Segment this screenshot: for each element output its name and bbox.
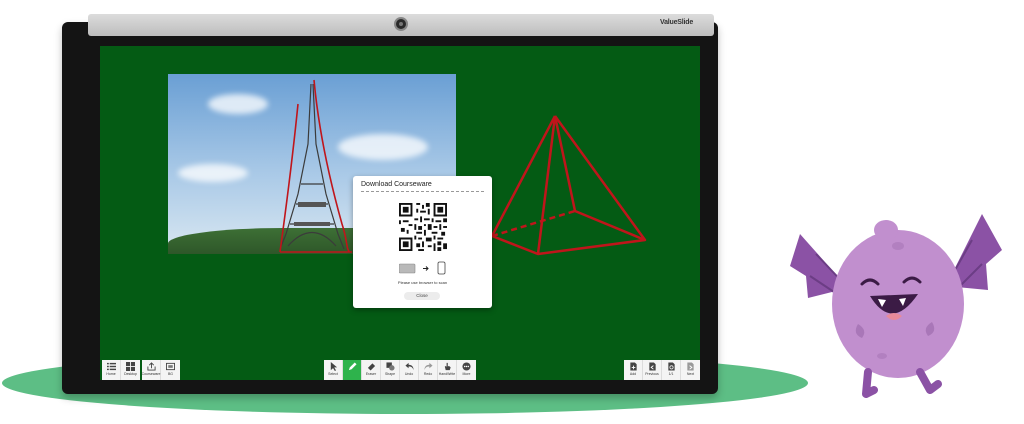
shape-icon xyxy=(385,362,395,371)
toolbar-courseware-button[interactable]: Courseware xyxy=(142,360,161,380)
whiteboard-screen[interactable]: Download Courseware Please use browser t… xyxy=(100,46,700,380)
eraser-icon xyxy=(367,363,375,371)
toolbar-label: Desktop xyxy=(124,372,137,376)
add-page-icon xyxy=(629,362,637,371)
phone-icon xyxy=(437,261,446,275)
toolbar-label: More xyxy=(462,372,471,376)
toolbar-next-button[interactable]: Next xyxy=(681,360,700,380)
qr-code-icon xyxy=(399,203,447,251)
toolbar-center: Select Eraser Shape Undo Redo HandWrite xyxy=(324,360,476,380)
page-count-icon xyxy=(667,362,675,371)
toolbar-pen-button[interactable] xyxy=(343,360,362,380)
toolbar-label: Shape xyxy=(384,372,396,376)
toolbar-label: BG xyxy=(167,372,174,376)
toolbar-more-button[interactable]: More xyxy=(457,360,476,380)
dialog-divider xyxy=(361,191,484,192)
toolbar-label: Previous xyxy=(645,372,659,376)
background-icon xyxy=(166,362,175,371)
brand-logo: ValueSlide xyxy=(660,19,694,26)
toolbar-previous-button[interactable]: Previous xyxy=(643,360,662,380)
pen-icon xyxy=(348,362,357,371)
toolbar-add-page-button[interactable]: Add xyxy=(624,360,643,380)
download-courseware-dialog: Download Courseware Please use browser t… xyxy=(353,176,492,308)
toolbar-page-count[interactable]: 1/1 xyxy=(662,360,681,380)
toolbar-label: Eraser xyxy=(365,372,377,376)
toolbar-undo-button[interactable]: Undo xyxy=(400,360,419,380)
toolbar-handwrite-button[interactable]: HandWrite xyxy=(438,360,457,380)
close-button[interactable]: Close xyxy=(404,292,440,300)
toolbar-redo-button[interactable]: Redo xyxy=(419,360,438,380)
next-page-icon xyxy=(687,362,694,371)
toolbar-label: 1/1 xyxy=(668,372,674,376)
toolbar-left: Home Desktop xyxy=(102,360,140,380)
toolbar-select-button[interactable]: Select xyxy=(324,360,343,380)
more-icon xyxy=(462,362,471,371)
toolbar-right: Add Previous 1/1 Next xyxy=(624,360,700,380)
toolbar-label: Home xyxy=(106,372,116,376)
previous-page-icon xyxy=(648,362,656,371)
toolbar-home-button[interactable]: Home xyxy=(102,360,121,380)
camera-icon xyxy=(394,17,408,31)
dialog-title: Download Courseware xyxy=(361,181,432,188)
toolbar-bg-button[interactable]: BG xyxy=(161,360,180,380)
windows-icon xyxy=(126,362,135,371)
list-icon xyxy=(106,362,116,371)
toolbar-label: Next xyxy=(686,372,695,376)
cursor-icon xyxy=(330,362,337,371)
dialog-message: Please use browser to scan xyxy=(397,280,448,285)
toolbar-label: Redo xyxy=(423,372,433,376)
toolbar-label: Add xyxy=(629,372,637,376)
device-transfer-illustration xyxy=(398,261,449,275)
toolbar-desktop-button[interactable]: Desktop xyxy=(121,360,140,380)
hand-icon xyxy=(444,362,451,371)
toolbar-label: Undo xyxy=(404,372,414,376)
toolbar-label: Select xyxy=(328,372,338,376)
arrow-right-icon xyxy=(423,266,429,271)
undo-icon xyxy=(404,362,414,371)
board-icon xyxy=(398,263,416,274)
redo-icon xyxy=(423,362,433,371)
purple-monster-mascot xyxy=(790,214,1002,398)
share-icon xyxy=(146,362,156,371)
toolbar-eraser-button[interactable]: Eraser xyxy=(362,360,381,380)
toolbar-label: Courseware xyxy=(141,372,161,376)
toolbar-left-2: Courseware BG xyxy=(142,360,180,380)
toolbar-shape-button[interactable]: Shape xyxy=(381,360,400,380)
toolbar-label: HandWrite xyxy=(438,372,456,376)
